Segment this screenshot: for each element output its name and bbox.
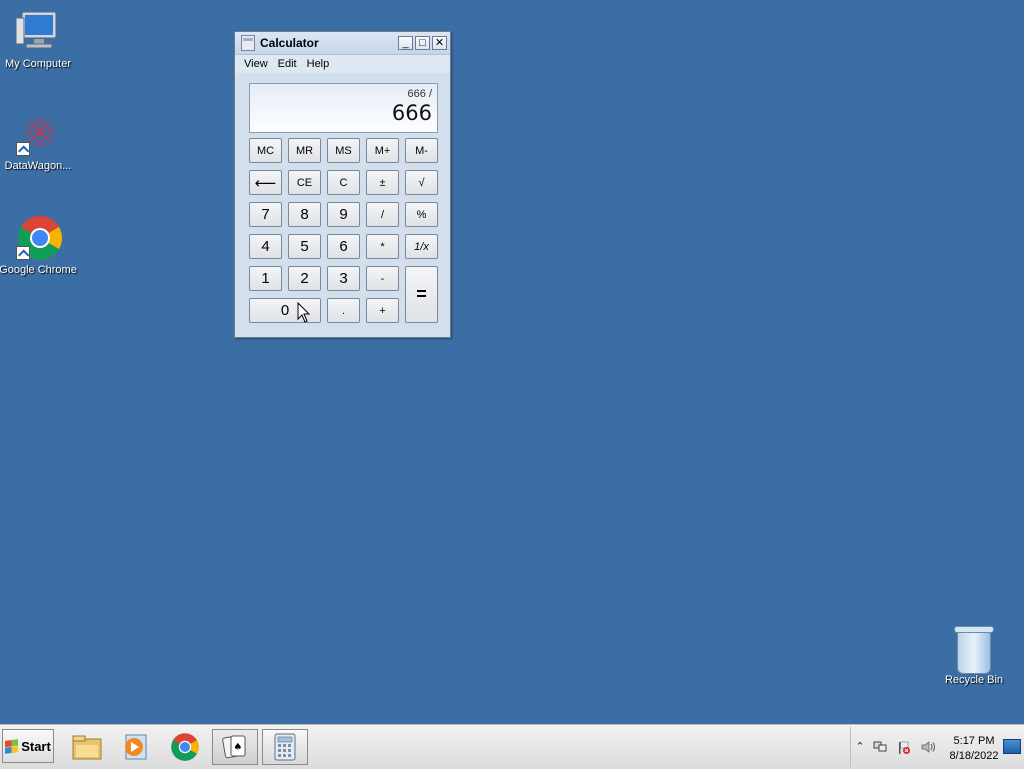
chrome-icon xyxy=(14,214,62,262)
show-desktop-button[interactable] xyxy=(1003,739,1021,754)
equals-button[interactable]: = xyxy=(405,266,438,323)
menu-bar: View Edit Help xyxy=(235,55,450,73)
clock-time: 5:17 PM xyxy=(953,735,995,747)
menu-view[interactable]: View xyxy=(239,58,273,70)
backspace-button[interactable]: ⟵ xyxy=(249,170,282,195)
clock-date: 8/18/2022 xyxy=(949,750,999,762)
minimize-button[interactable]: _ xyxy=(398,36,413,50)
divide-button[interactable]: / xyxy=(366,202,399,227)
expression-readout: 666 / xyxy=(407,88,432,100)
clock[interactable]: 5:17 PM 8/18/2022 xyxy=(943,734,1005,764)
shortcut-arrow-icon xyxy=(16,246,30,260)
calculator-icon xyxy=(274,733,296,761)
mouse-cursor-icon xyxy=(297,302,311,323)
window-title: Calculator xyxy=(260,36,319,50)
mc-button[interactable]: MC xyxy=(249,138,282,163)
desktop-icon-recycle-bin[interactable]: Recycle Bin xyxy=(934,626,1014,686)
taskbar-solitaire[interactable]: ♠ xyxy=(212,729,258,765)
ce-button[interactable]: CE xyxy=(288,170,321,195)
calculator-window[interactable]: Calculator _ □ ✕ View Edit Help 666 / 66… xyxy=(234,31,451,338)
start-button[interactable]: Start xyxy=(2,729,54,763)
media-player-icon xyxy=(125,734,147,760)
value-readout: 666 xyxy=(391,101,432,125)
square-root-button[interactable]: √ xyxy=(405,170,438,195)
ms-button[interactable]: MS xyxy=(327,138,360,163)
multiply-button[interactable]: * xyxy=(366,234,399,259)
volume-icon[interactable] xyxy=(921,741,935,753)
percent-button[interactable]: % xyxy=(405,202,438,227)
plus-minus-button[interactable]: ± xyxy=(366,170,399,195)
digit-2-button[interactable]: 2 xyxy=(288,266,321,291)
datawagon-icon xyxy=(14,110,62,158)
start-label: Start xyxy=(21,738,51,754)
taskbar-media-player[interactable] xyxy=(112,729,158,765)
windows-logo-icon xyxy=(5,738,19,754)
minus-button[interactable]: - xyxy=(366,266,399,291)
close-button[interactable]: ✕ xyxy=(432,36,447,50)
mr-button[interactable]: MR xyxy=(288,138,321,163)
decimal-button[interactable]: . xyxy=(327,298,360,323)
shortcut-arrow-icon xyxy=(16,142,30,156)
system-tray: ⌃ 5:17 PM 8/18/2022 xyxy=(850,727,1023,767)
c-button[interactable]: C xyxy=(327,170,360,195)
digit-4-button[interactable]: 4 xyxy=(249,234,282,259)
digit-9-button[interactable]: 9 xyxy=(327,202,360,227)
taskbar-calculator[interactable] xyxy=(262,729,308,765)
m-plus-button[interactable]: M+ xyxy=(366,138,399,163)
plus-button[interactable]: + xyxy=(366,298,399,323)
network-icon[interactable] xyxy=(873,741,887,753)
show-hidden-icons-chevron-icon[interactable]: ⌃ xyxy=(853,741,867,753)
desktop-icon-label: Google Chrome xyxy=(0,264,77,276)
calculator-display: 666 / 666 xyxy=(249,83,438,133)
digit-8-button[interactable]: 8 xyxy=(288,202,321,227)
folder-icon xyxy=(72,735,102,760)
calculator-icon xyxy=(241,35,255,51)
desktop-icon-label: Recycle Bin xyxy=(944,674,1004,686)
m-minus-button[interactable]: M- xyxy=(405,138,438,163)
desktop-icon-label: My Computer xyxy=(4,58,72,70)
taskbar-chrome[interactable] xyxy=(162,729,208,765)
svg-text:♠: ♠ xyxy=(234,742,243,753)
desktop-icon-datawagon[interactable]: DataWagon... xyxy=(0,110,78,172)
menu-help[interactable]: Help xyxy=(302,58,335,70)
menu-edit[interactable]: Edit xyxy=(273,58,302,70)
recycle-bin-icon xyxy=(950,626,998,674)
digit-5-button[interactable]: 5 xyxy=(288,234,321,259)
desktop-icon-my-computer[interactable]: My Computer xyxy=(0,8,78,70)
desktop-icon-label: DataWagon... xyxy=(4,160,72,172)
title-bar[interactable]: Calculator _ □ ✕ xyxy=(235,32,450,55)
computer-icon xyxy=(14,8,62,56)
maximize-button[interactable]: □ xyxy=(415,36,430,50)
digit-1-button[interactable]: 1 xyxy=(249,266,282,291)
taskbar: Start ♠ ⌃ 5:17 PM 8/18/2022 xyxy=(0,724,1024,769)
desktop-icon-google-chrome[interactable]: Google Chrome xyxy=(0,214,78,276)
playing-cards-icon: ♠ xyxy=(222,735,246,759)
digit-7-button[interactable]: 7 xyxy=(249,202,282,227)
reciprocal-button[interactable]: 1/x xyxy=(405,234,438,259)
digit-3-button[interactable]: 3 xyxy=(327,266,360,291)
taskbar-explorer[interactable] xyxy=(64,729,110,765)
digit-6-button[interactable]: 6 xyxy=(327,234,360,259)
chrome-icon xyxy=(171,733,199,761)
action-center-flag-icon[interactable] xyxy=(897,741,911,754)
